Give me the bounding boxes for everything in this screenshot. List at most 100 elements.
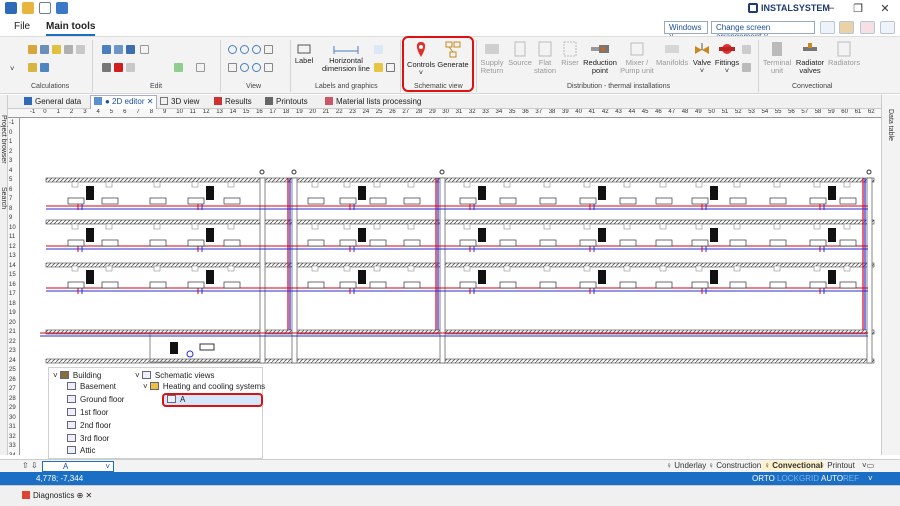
calc-icon[interactable] xyxy=(28,45,37,54)
copy-icon[interactable] xyxy=(102,45,111,54)
tree-heating-systems[interactable]: ˅ Heating and cooling systems xyxy=(143,382,265,391)
tab-2d-editor[interactable]: ● 2D editor ✕ xyxy=(90,95,158,109)
room-label xyxy=(227,223,235,230)
grid-toggle[interactable]: GRID xyxy=(799,474,819,483)
tree-floor-3rd[interactable]: 3rd floor xyxy=(67,434,109,443)
redraw-icon[interactable] xyxy=(264,63,273,72)
undo-icon[interactable] xyxy=(56,2,68,14)
zoom-prev-icon[interactable] xyxy=(240,63,249,72)
ref-toggle[interactable]: REF xyxy=(843,474,859,483)
rotate-icon[interactable] xyxy=(174,63,183,72)
terminal-unit-button[interactable]: Terminal unit xyxy=(762,41,792,75)
select-icon[interactable] xyxy=(140,45,149,54)
flat-station-button[interactable]: Flat station xyxy=(533,41,557,75)
layer-underlay-button[interactable]: ♀ Underlay xyxy=(666,461,706,470)
text-style-icon[interactable] xyxy=(374,45,383,54)
layer-convectional-button[interactable]: ♀ Convectional xyxy=(762,461,825,470)
tree-floor-attic[interactable]: Attic xyxy=(67,446,96,455)
room-label xyxy=(227,265,235,272)
grid-icon[interactable] xyxy=(40,63,49,72)
layer-options-icon[interactable]: ˅▭ xyxy=(862,461,874,470)
radiator-valves-button[interactable]: Radiator valves xyxy=(793,41,827,75)
tree-floor-ground[interactable]: Ground floor xyxy=(67,395,124,404)
radiators-button[interactable]: Radiators xyxy=(828,41,860,67)
tab-results[interactable]: Results xyxy=(214,97,252,109)
horizontal-dimension-line-button[interactable]: Horizontal dimension line xyxy=(316,43,376,73)
layer-up-icon[interactable]: ⇧ xyxy=(22,461,29,470)
valve-button[interactable]: Valve ˅ xyxy=(691,41,713,75)
fitting-options-icon[interactable] xyxy=(742,45,751,54)
menu-file[interactable]: File xyxy=(14,21,30,32)
mixer-pump-unit-button[interactable]: Mixer / Pump unit xyxy=(619,41,655,75)
auto-toggle[interactable]: AUTO xyxy=(821,474,843,483)
new-file-icon[interactable] xyxy=(39,2,51,14)
drop-icon[interactable] xyxy=(76,45,85,54)
radiator xyxy=(579,239,597,247)
project-browser-tab[interactable]: Project browser xyxy=(0,115,7,164)
layer-printout-button[interactable]: ♀ Printout xyxy=(819,461,855,470)
tree-floor-1st[interactable]: 1st floor xyxy=(67,408,108,417)
fittings-button[interactable]: Fittings ˅ xyxy=(714,41,740,75)
reduction-point-button[interactable]: Reduction point xyxy=(582,41,618,75)
paste-icon[interactable] xyxy=(114,45,123,54)
pipe-options-icon[interactable] xyxy=(742,63,751,72)
table-icon[interactable] xyxy=(40,45,49,54)
restore-icon[interactable]: ❐ xyxy=(847,2,869,15)
mirror-icon[interactable] xyxy=(196,63,205,72)
image-icon[interactable] xyxy=(374,63,383,72)
room-label xyxy=(543,181,551,188)
minimize-icon[interactable]: – xyxy=(820,2,842,14)
zoom-in-icon[interactable] xyxy=(228,45,237,54)
layout-icon[interactable] xyxy=(820,21,835,34)
lock-toggle[interactable]: LOCK xyxy=(777,474,799,483)
delete-icon[interactable] xyxy=(114,63,123,72)
data-table-tab[interactable]: Data table xyxy=(887,109,894,141)
database-icon[interactable] xyxy=(839,21,854,34)
layer-select[interactable]: A ˅ xyxy=(42,461,114,472)
report-icon[interactable] xyxy=(52,45,61,54)
manifolds-button[interactable]: Manifolds xyxy=(656,41,688,67)
tab-printouts[interactable]: Printouts xyxy=(265,97,308,109)
layer-construction-button[interactable]: ♀ Construction xyxy=(708,461,761,470)
tree-building[interactable]: ˅ Building xyxy=(53,371,101,380)
tree-view-a[interactable]: A xyxy=(167,395,185,404)
close-tab-icon[interactable]: ✕ xyxy=(147,97,154,106)
screen-arrangement-select[interactable]: Change screen arrangement ˅ xyxy=(711,21,815,41)
frame-icon[interactable] xyxy=(386,63,395,72)
pan-icon[interactable] xyxy=(228,63,237,72)
diagnostics-tab[interactable]: Diagnostics ⊕ ✕ xyxy=(22,491,92,500)
move-icon[interactable] xyxy=(126,63,135,72)
tab-material-lists[interactable]: Material lists processing xyxy=(325,97,421,109)
save-icon[interactable] xyxy=(5,2,17,14)
tree-schematic-views[interactable]: ˅ Schematic views xyxy=(135,371,214,380)
label-button[interactable]: Label xyxy=(294,43,314,65)
open-folder-icon[interactable] xyxy=(22,2,34,14)
tab-general-data[interactable]: General data xyxy=(24,97,81,109)
menu-main-tools[interactable]: Main tools xyxy=(46,21,96,36)
bucket-icon[interactable] xyxy=(64,45,73,54)
floor-icon xyxy=(67,446,76,454)
zoom-window-icon[interactable] xyxy=(252,45,261,54)
tree-floor-basement[interactable]: Basement xyxy=(67,382,116,391)
supply-return-button[interactable]: Supply Return xyxy=(478,41,506,75)
collapse-ribbon-icon[interactable] xyxy=(880,21,895,34)
status-options-icon[interactable]: ˅ xyxy=(868,474,873,483)
layer-down-icon[interactable]: ⇩ xyxy=(31,461,38,470)
cut-icon[interactable] xyxy=(102,63,111,72)
zoom-next-icon[interactable] xyxy=(252,63,261,72)
source-button[interactable]: Source xyxy=(507,41,533,67)
duplicate-icon[interactable] xyxy=(126,45,135,54)
riser-button[interactable]: Riser xyxy=(559,41,581,67)
room-label xyxy=(311,181,319,188)
calculations-dropdown-icon[interactable]: ˅ xyxy=(10,65,14,73)
zoom-extents-icon[interactable] xyxy=(264,45,273,54)
help-icon[interactable] xyxy=(860,21,875,34)
search-tab[interactable]: Search xyxy=(0,187,7,209)
tree-floor-2nd[interactable]: 2nd floor xyxy=(67,421,111,430)
close-icon[interactable]: ✕ xyxy=(874,2,896,15)
ruler-icon[interactable] xyxy=(28,63,37,72)
zoom-out-icon[interactable] xyxy=(240,45,249,54)
orto-toggle[interactable]: ORTO xyxy=(752,474,775,483)
tab-3d-view[interactable]: 3D view xyxy=(160,97,199,109)
workspace-select[interactable]: Windows ˅ xyxy=(664,21,708,41)
